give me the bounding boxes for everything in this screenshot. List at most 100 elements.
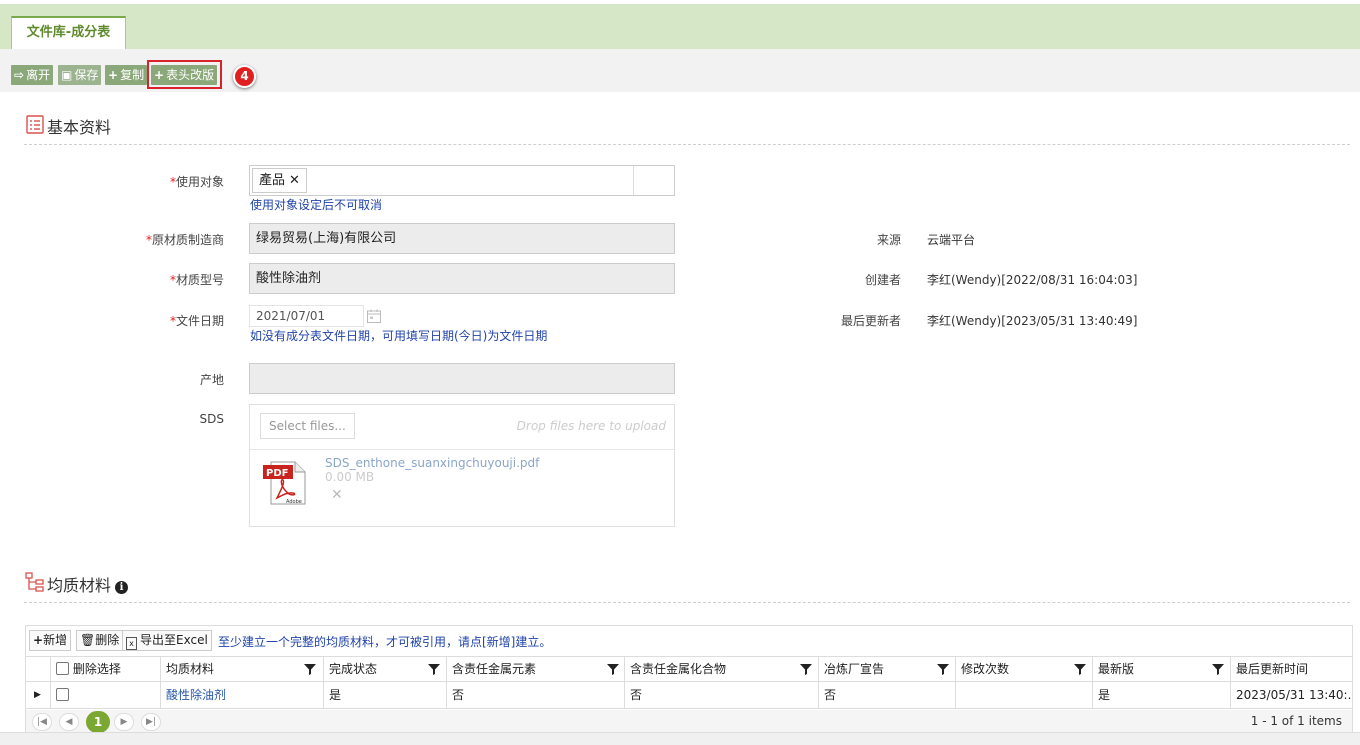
row-checkbox[interactable] xyxy=(56,688,69,701)
highlight-box xyxy=(147,60,222,89)
delete-button[interactable]: 🗑删除 xyxy=(76,630,124,651)
excel-icon: x xyxy=(126,637,137,650)
sds-label: SDS xyxy=(199,412,224,426)
close-icon[interactable]: ✕ xyxy=(289,173,300,188)
edit-count-cell xyxy=(955,682,1092,708)
origin-field[interactable] xyxy=(249,363,675,394)
next-page-icon[interactable]: ▶ xyxy=(114,713,134,731)
copy-button-label: 复制 xyxy=(120,68,145,82)
action-toolbar: ⇨ 离开 ▣ 保存 + 复制 + 表头改版 4 xyxy=(0,49,1360,92)
divider xyxy=(24,602,1350,603)
save-icon: ▣ xyxy=(61,68,73,82)
last-updater-value: 李红(Wendy)[2023/05/31 13:40:49] xyxy=(927,314,1138,328)
manufacturer-label: *原材质制造商 xyxy=(145,233,224,247)
creator-label: 创建者 xyxy=(864,273,901,287)
first-page-icon[interactable]: |◀ xyxy=(32,713,52,731)
usage-target-tag-label: 產品 xyxy=(259,173,286,188)
select-all-checkbox[interactable] xyxy=(56,662,69,675)
upload-header: Select files... Drop files here to uploa… xyxy=(250,405,674,450)
leave-button-label: 离开 xyxy=(26,68,51,82)
tab-document-library-composition[interactable]: 文件库-成分表 xyxy=(11,16,126,49)
current-page[interactable]: 1 xyxy=(86,711,110,733)
svg-text:PDF: PDF xyxy=(266,468,288,479)
info-icon[interactable]: i xyxy=(115,581,129,594)
tree-icon xyxy=(25,572,44,592)
section-title-homogeneous: 均质材料 i xyxy=(47,572,129,596)
smelter-cell: 否 xyxy=(818,682,955,708)
material-model-label: *材质型号 xyxy=(169,273,224,287)
usage-target-label: *使用对象 xyxy=(169,175,224,189)
select-files-button[interactable]: Select files... xyxy=(260,413,355,439)
metal-compound-cell: 否 xyxy=(624,682,818,708)
pdf-file-icon: PDF Adobe xyxy=(263,461,306,505)
list-icon xyxy=(26,115,44,134)
filter-icon[interactable] xyxy=(1212,663,1224,675)
plus-icon: + xyxy=(33,633,44,647)
updated-cell: 2023/05/31 13:40:... xyxy=(1230,682,1352,708)
grid-note: 至少建立一个完整的均质材料，才可被引用，请点[新增]建立。 xyxy=(218,635,552,649)
col-header-updated[interactable]: 最后更新时间 xyxy=(1230,657,1352,682)
manufacturer-field[interactable]: 绿易贸易(上海)有限公司 xyxy=(249,223,675,254)
step-badge: 4 xyxy=(233,65,256,88)
save-button-label: 保存 xyxy=(74,68,99,82)
multiselect-separator xyxy=(633,166,634,195)
tab-bar: 文件库-成分表 xyxy=(0,4,1360,49)
col-header-material[interactable]: 均质材料 xyxy=(160,657,323,682)
main-content: 基本资料 *使用对象 產品 ✕ 使用对象设定后不可取消 *原材质制造商 绿易贸易(… xyxy=(10,92,1360,733)
filter-icon[interactable] xyxy=(800,663,812,675)
homogeneous-grid: +新增 🗑删除 x 导出至Excel 至少建立一个完整的均质材料，才可被引用，请点… xyxy=(25,625,1353,733)
creator-value: 李红(Wendy)[2022/08/31 16:04:03] xyxy=(927,273,1138,287)
metal-element-cell: 否 xyxy=(446,682,624,708)
grid-toolbar: +新增 🗑删除 x 导出至Excel 至少建立一个完整的均质材料，才可被引用，请点… xyxy=(26,626,1352,656)
section-title-basic: 基本资料 xyxy=(47,118,112,137)
source-value: 云端平台 xyxy=(927,233,976,247)
col-header-status[interactable]: 完成状态 xyxy=(323,657,446,682)
export-excel-button[interactable]: x 导出至Excel xyxy=(122,630,212,651)
exit-icon: ⇨ xyxy=(14,68,25,82)
remove-file-icon[interactable]: ✕ xyxy=(331,487,343,503)
leave-button[interactable]: ⇨ 离开 xyxy=(11,65,54,85)
filter-icon[interactable] xyxy=(607,663,619,675)
grid-header: 删除选择 均质材料 完成状态 含责任金属元素 含责任金属化合物 冶炼厂宣告 修改… xyxy=(26,656,1352,682)
filter-icon[interactable] xyxy=(937,663,949,675)
last-page-icon[interactable]: ▶| xyxy=(141,713,161,731)
row-select-cell xyxy=(50,682,160,708)
save-button[interactable]: ▣ 保存 xyxy=(58,65,102,85)
origin-label: 产地 xyxy=(199,373,224,387)
add-button[interactable]: +新增 xyxy=(29,630,72,651)
last-updater-label: 最后更新者 xyxy=(840,314,901,328)
usage-target-tag: 產品 ✕ xyxy=(252,168,307,193)
latest-cell: 是 xyxy=(1092,682,1230,708)
grid-pager: |◀ ◀ 1 ▶ ▶| 1 - 1 of 1 items xyxy=(26,710,1352,733)
table-row[interactable]: ▶ 酸性除油剂 是 否 否 否 是 2023/05/31 13:40:... xyxy=(26,682,1352,709)
col-header-metal-element[interactable]: 含责任金属元素 xyxy=(446,657,624,682)
sds-file-size: 0.00 MB xyxy=(325,470,375,484)
status-cell: 是 xyxy=(323,682,446,708)
calendar-icon[interactable] xyxy=(366,308,382,324)
source-label: 来源 xyxy=(876,233,901,247)
expand-row-icon[interactable]: ▶ xyxy=(26,682,50,708)
filter-icon[interactable] xyxy=(304,663,316,675)
material-link[interactable]: 酸性除油剂 xyxy=(160,682,323,708)
doc-date-label: *文件日期 xyxy=(169,314,224,328)
col-header-latest[interactable]: 最新版 xyxy=(1092,657,1230,682)
filter-icon[interactable] xyxy=(428,663,440,675)
col-header-delete-select[interactable]: 删除选择 xyxy=(50,657,160,682)
drop-zone-text: Drop files here to upload xyxy=(516,419,666,433)
sds-file-name[interactable]: SDS_enthone_suanxingchuyouji.pdf xyxy=(325,456,539,470)
expand-col-header xyxy=(26,657,50,682)
col-header-edit-count[interactable]: 修改次数 xyxy=(955,657,1092,682)
prev-page-icon[interactable]: ◀ xyxy=(59,713,79,731)
doc-date-input[interactable]: 2021/07/01 xyxy=(249,305,364,327)
bottom-scrollbar[interactable] xyxy=(0,732,1360,745)
sds-upload[interactable]: Select files... Drop files here to uploa… xyxy=(249,404,675,527)
divider xyxy=(24,144,1350,145)
filter-icon[interactable] xyxy=(1074,663,1086,675)
usage-target-hint: 使用对象设定后不可取消 xyxy=(250,198,383,212)
copy-button[interactable]: + 复制 xyxy=(105,65,148,85)
material-model-field[interactable]: 酸性除油剂 xyxy=(249,263,675,294)
col-header-smelter[interactable]: 冶炼厂宣告 xyxy=(818,657,955,682)
usage-target-multiselect[interactable]: 產品 ✕ xyxy=(249,165,675,196)
svg-text:Adobe: Adobe xyxy=(286,499,302,505)
col-header-metal-compound[interactable]: 含责任金属化合物 xyxy=(624,657,818,682)
